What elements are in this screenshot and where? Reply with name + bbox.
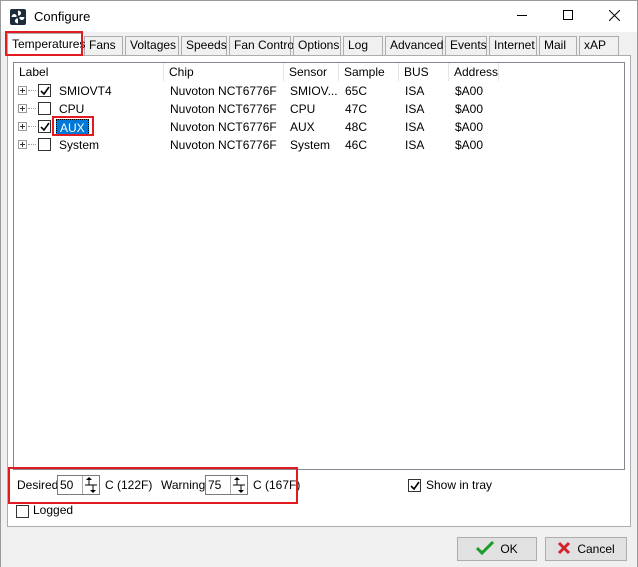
threshold-row: Desired 50 C (122F) Warning 75 C (167F) … bbox=[14, 474, 626, 498]
tab-fans[interactable]: Fans bbox=[84, 36, 123, 55]
checkmark-icon bbox=[410, 481, 420, 491]
tab-speeds[interactable]: Speeds bbox=[181, 36, 227, 55]
tab-advanced[interactable]: Advanced bbox=[385, 36, 443, 55]
spin-arrows-icon[interactable] bbox=[82, 476, 99, 494]
row-sample: 65C bbox=[345, 84, 368, 98]
column-chip[interactable]: Chip bbox=[164, 63, 284, 81]
close-icon bbox=[608, 9, 620, 24]
minimize-icon bbox=[517, 10, 527, 23]
checkmark-icon bbox=[40, 86, 50, 96]
row-address: $A00 bbox=[455, 102, 484, 116]
maximize-button[interactable] bbox=[545, 1, 591, 32]
tab-fan-control[interactable]: Fan Control bbox=[229, 36, 297, 55]
desired-value[interactable]: 50 bbox=[60, 478, 73, 492]
expand-icon[interactable] bbox=[18, 104, 27, 113]
cancel-button[interactable]: Cancel bbox=[545, 537, 627, 561]
maximize-icon bbox=[563, 10, 573, 23]
temperatures-panel: Label Chip Sensor Sample BUS Address SMI… bbox=[7, 55, 631, 527]
row-chip: Nuvoton NCT6776F bbox=[170, 120, 277, 134]
row-address: $A00 bbox=[455, 84, 484, 98]
expand-icon[interactable] bbox=[18, 86, 27, 95]
desired-label: Desired bbox=[17, 478, 59, 492]
row-bus: ISA bbox=[405, 138, 425, 152]
row-chip: Nuvoton NCT6776F bbox=[170, 138, 277, 152]
sensor-list[interactable]: Label Chip Sensor Sample BUS Address SMI… bbox=[13, 62, 625, 470]
tab-events[interactable]: Events bbox=[445, 36, 487, 55]
ok-button[interactable]: OK bbox=[457, 537, 537, 561]
sensor-checkbox[interactable] bbox=[38, 102, 51, 115]
desired-unit: C (122F) bbox=[105, 478, 153, 492]
row-bus: ISA bbox=[405, 120, 425, 134]
row-bus: ISA bbox=[405, 84, 425, 98]
row-sensor: SMIOV... bbox=[290, 84, 338, 98]
logged-label[interactable]: Logged bbox=[33, 503, 73, 517]
list-item[interactable]: AUX Nuvoton NCT6776F AUX 48C ISA $A00 bbox=[14, 118, 624, 136]
fan-icon bbox=[10, 9, 26, 25]
warning-spinner[interactable]: 75 bbox=[205, 475, 248, 495]
show-in-tray-checkbox[interactable] bbox=[408, 479, 421, 492]
warning-unit: C (167F) bbox=[253, 478, 301, 492]
list-item[interactable]: CPU Nuvoton NCT6776F CPU 47C ISA $A00 bbox=[14, 100, 624, 118]
tab-xap[interactable]: xAP bbox=[579, 36, 619, 55]
row-sensor: CPU bbox=[290, 102, 316, 116]
sensor-checkbox[interactable] bbox=[38, 84, 51, 97]
tree-connector bbox=[28, 108, 36, 109]
tab-temperatures[interactable]: Temperatures bbox=[7, 33, 85, 55]
row-chip: Nuvoton NCT6776F bbox=[170, 102, 277, 116]
row-sample: 47C bbox=[345, 102, 368, 116]
tab-internet[interactable]: Internet bbox=[489, 36, 537, 55]
list-item[interactable]: SMIOVT4 Nuvoton NCT6776F SMIOV... 65C IS… bbox=[14, 82, 624, 100]
row-address: $A00 bbox=[455, 138, 484, 152]
sensor-checkbox[interactable] bbox=[38, 120, 51, 133]
tab-strip: Temperatures Fans Voltages Speeds Fan Co… bbox=[7, 33, 631, 55]
window-title: Configure bbox=[34, 9, 91, 24]
row-sensor: AUX bbox=[290, 120, 315, 134]
warning-label: Warning bbox=[161, 478, 206, 492]
minimize-button[interactable] bbox=[499, 1, 545, 32]
ok-label: OK bbox=[500, 542, 518, 556]
checkmark-ok-icon bbox=[476, 540, 495, 558]
close-button[interactable] bbox=[591, 1, 637, 32]
row-sample: 46C bbox=[345, 138, 368, 152]
spin-arrows-icon[interactable] bbox=[230, 476, 247, 494]
show-in-tray-label[interactable]: Show in tray bbox=[426, 478, 492, 492]
row-chip: Nuvoton NCT6776F bbox=[170, 84, 277, 98]
row-label: SMIOVT4 bbox=[59, 84, 112, 98]
title-bar: Configure bbox=[1, 1, 637, 32]
sensor-checkbox[interactable] bbox=[38, 138, 51, 151]
tab-log[interactable]: Log bbox=[343, 36, 383, 55]
tab-options[interactable]: Options bbox=[293, 36, 341, 55]
column-bus[interactable]: BUS bbox=[399, 63, 449, 81]
column-sensor[interactable]: Sensor bbox=[284, 63, 339, 81]
row-sample: 48C bbox=[345, 120, 368, 134]
tab-voltages[interactable]: Voltages bbox=[125, 36, 179, 55]
configure-window: Configure Temperatures Fans Voltages Spe… bbox=[0, 0, 638, 567]
row-address: $A00 bbox=[455, 120, 484, 134]
logged-checkbox[interactable] bbox=[16, 505, 29, 518]
tab-mail[interactable]: Mail bbox=[539, 36, 577, 55]
row-sensor: System bbox=[290, 138, 331, 152]
column-address[interactable]: Address bbox=[449, 63, 499, 81]
column-sample[interactable]: Sample bbox=[339, 63, 399, 81]
row-bus: ISA bbox=[405, 102, 425, 116]
expand-icon[interactable] bbox=[18, 122, 27, 131]
cancel-x-icon bbox=[557, 541, 571, 558]
desired-spinner[interactable]: 50 bbox=[57, 475, 100, 495]
dialog-footer: OK Cancel bbox=[1, 529, 637, 567]
tree-connector bbox=[28, 144, 36, 145]
cancel-label: Cancel bbox=[577, 542, 615, 556]
list-item[interactable]: System Nuvoton NCT6776F System 46C ISA $… bbox=[14, 136, 624, 154]
tree-connector bbox=[28, 126, 36, 127]
row-label-selected[interactable]: AUX bbox=[56, 119, 89, 135]
warning-value[interactable]: 75 bbox=[208, 478, 221, 492]
tree-connector bbox=[28, 90, 36, 91]
checkmark-icon bbox=[40, 122, 50, 132]
list-header: Label Chip Sensor Sample BUS Address bbox=[14, 63, 624, 81]
expand-icon[interactable] bbox=[18, 140, 27, 149]
row-label: System bbox=[59, 138, 100, 152]
row-label: CPU bbox=[59, 102, 85, 116]
column-label[interactable]: Label bbox=[14, 63, 164, 81]
